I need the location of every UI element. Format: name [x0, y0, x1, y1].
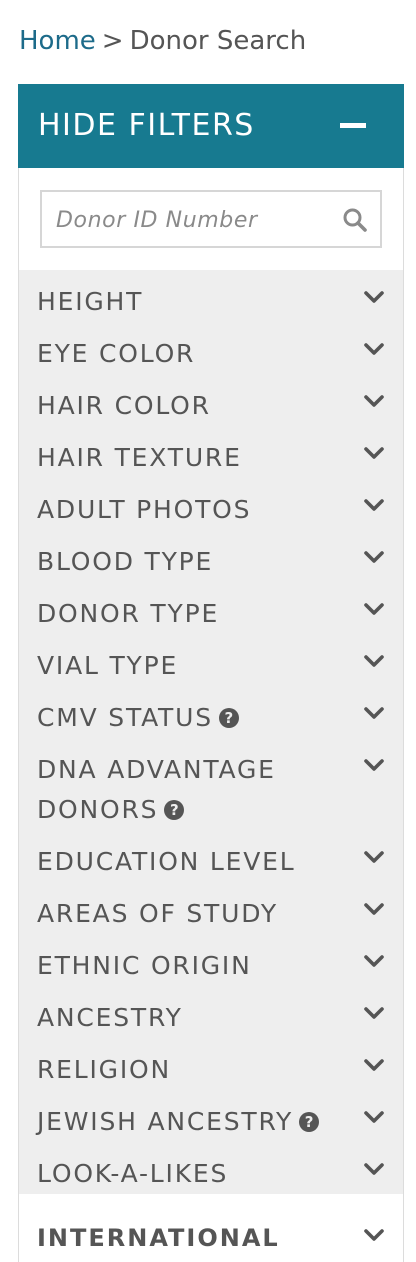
filter-label: CMV STATUS?	[37, 698, 337, 738]
chevron-down-icon	[364, 603, 384, 615]
minus-icon	[340, 123, 366, 128]
filter-item-donor-type[interactable]: DONOR TYPE	[19, 594, 403, 634]
chevron-down-icon	[364, 551, 384, 563]
filter-label: VIAL TYPE	[37, 646, 337, 686]
filter-label-text: JEWISH ANCESTRY	[37, 1107, 294, 1136]
filter-label: ANCESTRY	[37, 998, 337, 1038]
filter-label-text: ADULT PHOTOS	[37, 495, 252, 524]
filter-label-text: RELIGION	[37, 1055, 171, 1084]
chevron-down-icon	[364, 1007, 384, 1019]
help-icon[interactable]: ?	[164, 800, 185, 820]
donor-id-search	[40, 190, 382, 248]
filter-item-religion[interactable]: RELIGION	[19, 1050, 403, 1090]
filter-label-text: EDUCATION LEVEL	[37, 847, 296, 876]
search-icon[interactable]	[342, 207, 368, 233]
hide-filters-button[interactable]: HIDE FILTERS	[18, 84, 404, 168]
chevron-down-icon	[364, 447, 384, 459]
filter-label: LOOK-A-LIKES	[37, 1154, 337, 1194]
filter-item-height[interactable]: HEIGHT	[19, 282, 403, 322]
filter-label-text: ETHNIC ORIGIN	[37, 951, 252, 980]
help-icon[interactable]: ?	[299, 1112, 320, 1132]
filter-label-text: DONOR TYPE	[37, 599, 220, 628]
filter-item-education-level[interactable]: EDUCATION LEVEL	[19, 842, 403, 882]
filter-label: JEWISH ANCESTRY?	[37, 1102, 337, 1142]
filter-label: DONOR TYPE	[37, 594, 337, 634]
international-label: INTERNATIONAL	[37, 1224, 280, 1252]
filter-item-blood-type[interactable]: BLOOD TYPE	[19, 542, 403, 582]
chevron-down-icon	[364, 1111, 384, 1123]
filter-item-adult-photos[interactable]: ADULT PHOTOS	[19, 490, 403, 530]
chevron-down-icon	[364, 759, 384, 771]
filter-label: HAIR TEXTURE	[37, 438, 337, 478]
chevron-down-icon	[364, 1229, 384, 1241]
filter-label-text: CMV STATUS	[37, 703, 213, 732]
filter-label: DNA ADVANTAGE DONORS?	[37, 750, 337, 830]
breadcrumb-current: Donor Search	[129, 26, 307, 56]
filter-label: ADULT PHOTOS	[37, 490, 337, 530]
filter-label-text: DNA ADVANTAGE DONORS	[37, 755, 276, 824]
filter-label: AREAS OF STUDY	[37, 894, 337, 934]
filter-label: ETHNIC ORIGIN	[37, 946, 337, 986]
breadcrumb-separator: >	[101, 26, 124, 56]
filter-label-text: EYE COLOR	[37, 339, 196, 368]
filter-item-areas-of-study[interactable]: AREAS OF STUDY	[19, 894, 403, 934]
chevron-down-icon	[364, 1059, 384, 1071]
filter-list: HEIGHT EYE COLOR HAIR COLOR HAIR TEXTURE ADU…	[19, 270, 403, 1194]
breadcrumb: Home > Donor Search	[19, 26, 306, 56]
filter-item-look-a-likes[interactable]: LOOK-A-LIKES	[19, 1154, 403, 1194]
chevron-down-icon	[364, 851, 384, 863]
chevron-down-icon	[364, 707, 384, 719]
filter-label: EDUCATION LEVEL	[37, 842, 337, 882]
international-filter[interactable]: INTERNATIONAL	[19, 1218, 403, 1262]
filter-item-dna-advantage-donors[interactable]: DNA ADVANTAGE DONORS?	[19, 750, 403, 830]
filter-label-text: LOOK-A-LIKES	[37, 1159, 229, 1188]
chevron-down-icon	[364, 343, 384, 355]
filter-label-text: HAIR TEXTURE	[37, 443, 242, 472]
filter-item-hair-color[interactable]: HAIR COLOR	[19, 386, 403, 426]
filter-label: RELIGION	[37, 1050, 337, 1090]
chevron-down-icon	[364, 291, 384, 303]
chevron-down-icon	[364, 655, 384, 667]
filter-label-text: ANCESTRY	[37, 1003, 183, 1032]
filter-label-text: HAIR COLOR	[37, 391, 211, 420]
filter-label-text: BLOOD TYPE	[37, 547, 214, 576]
filter-label-text: HEIGHT	[37, 287, 144, 316]
chevron-down-icon	[364, 499, 384, 511]
breadcrumb-home-link[interactable]: Home	[19, 26, 96, 56]
filter-item-ethnic-origin[interactable]: ETHNIC ORIGIN	[19, 946, 403, 986]
filters-panel: HIDE FILTERS HEIGHT EYE COLOR HAIR COLOR HA…	[18, 84, 404, 1262]
filter-label: HAIR COLOR	[37, 386, 337, 426]
chevron-down-icon	[364, 395, 384, 407]
chevron-down-icon	[364, 955, 384, 967]
filter-label: HEIGHT	[37, 282, 337, 322]
filter-item-vial-type[interactable]: VIAL TYPE	[19, 646, 403, 686]
filter-item-hair-texture[interactable]: HAIR TEXTURE	[19, 438, 403, 478]
filter-item-jewish-ancestry[interactable]: JEWISH ANCESTRY?	[19, 1102, 403, 1142]
chevron-down-icon	[364, 903, 384, 915]
donor-id-input[interactable]	[54, 200, 328, 240]
chevron-down-icon	[364, 1163, 384, 1175]
filter-label-text: AREAS OF STUDY	[37, 899, 278, 928]
filter-label: BLOOD TYPE	[37, 542, 337, 582]
filter-label: EYE COLOR	[37, 334, 337, 374]
filter-item-ancestry[interactable]: ANCESTRY	[19, 998, 403, 1038]
filter-label-text: VIAL TYPE	[37, 651, 179, 680]
filter-item-cmv-status[interactable]: CMV STATUS?	[19, 698, 403, 738]
hide-filters-label: HIDE FILTERS	[38, 108, 255, 143]
help-icon[interactable]: ?	[218, 708, 239, 728]
filter-item-eye-color[interactable]: EYE COLOR	[19, 334, 403, 374]
